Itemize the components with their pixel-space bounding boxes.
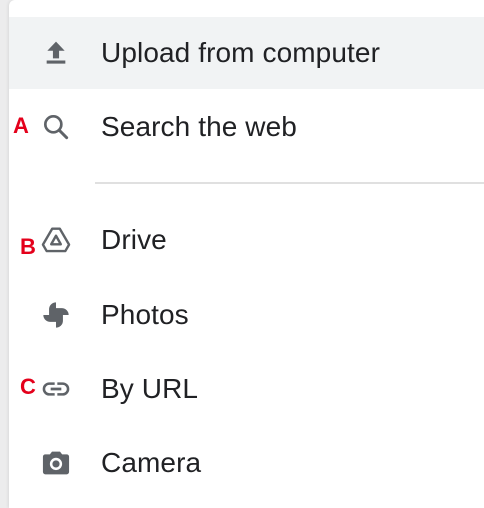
camera-icon bbox=[40, 447, 72, 479]
menu-item-photos[interactable]: Photos bbox=[9, 279, 484, 351]
menu-item-label: Photos bbox=[101, 299, 189, 330]
annotation-marker-c: C bbox=[20, 374, 36, 399]
menu-item-label: Search the web bbox=[101, 111, 297, 142]
menu-item-search-the-web[interactable]: Search the web bbox=[9, 91, 484, 163]
menu-item-by-url[interactable]: By URL bbox=[9, 353, 484, 425]
menu-item-label: By URL bbox=[101, 373, 199, 404]
insert-image-menu: Upload from computer Search the web Driv… bbox=[9, 0, 484, 508]
menu-item-label: Camera bbox=[101, 447, 202, 478]
search-icon bbox=[40, 111, 72, 143]
photos-icon bbox=[40, 299, 72, 331]
annotation-marker-a: A bbox=[13, 113, 29, 138]
menu-item-upload-from-computer[interactable]: Upload from computer bbox=[9, 17, 484, 89]
menu-item-label: Upload from computer bbox=[101, 37, 381, 68]
menu-divider bbox=[95, 182, 484, 184]
menu-item-label: Drive bbox=[101, 224, 167, 255]
insert-image-menu-screen: Upload from computer Search the web Driv… bbox=[0, 0, 484, 508]
annotation-marker-b: B bbox=[20, 234, 36, 259]
menu-item-camera[interactable]: Camera bbox=[9, 427, 484, 499]
upload-icon bbox=[40, 37, 72, 69]
drive-icon bbox=[40, 224, 72, 256]
link-icon bbox=[40, 373, 72, 405]
menu-item-drive[interactable]: Drive bbox=[9, 204, 484, 276]
